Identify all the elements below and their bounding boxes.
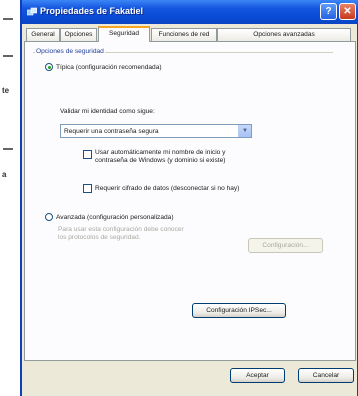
cancel-button[interactable]: Cancelar	[298, 368, 354, 383]
require-encryption-label: Requerir cifrado de datos (desconectar s…	[95, 185, 240, 192]
validate-identity-label: Validar mi identidad como sigue:	[60, 108, 155, 115]
advanced-radio-label: Avanzada (configuración personalizada)	[56, 214, 174, 221]
tab-opciones[interactable]: Opciones	[60, 28, 97, 41]
background-mark	[3, 148, 13, 150]
window-title: Propiedades de Fakatiel	[40, 6, 144, 16]
configure-button[interactable]: Configuración...	[248, 238, 323, 253]
typical-radio[interactable]	[45, 63, 53, 71]
properties-dialog: Propiedades de Fakatiel ? ✕ General Opci…	[20, 0, 358, 396]
accept-button[interactable]: Aceptar	[230, 368, 285, 383]
background-mark	[3, 55, 13, 57]
chevron-down-icon[interactable]: ▼	[238, 125, 251, 137]
tab-seguridad[interactable]: Seguridad	[98, 26, 150, 42]
close-icon: ✕	[343, 6, 352, 17]
tab-general[interactable]: General	[26, 28, 60, 41]
validate-identity-select[interactable]: Requerir una contraseña segura ▼	[60, 124, 252, 138]
background-text-fragment: a	[2, 170, 7, 179]
close-button[interactable]: ✕	[339, 3, 356, 20]
tab-funciones-de-red[interactable]: Funciones de red	[151, 28, 217, 41]
validate-identity-value: Requerir una contraseña segura	[64, 128, 159, 135]
tab-opciones-avanzadas[interactable]: Opciones avanzadas	[217, 28, 351, 41]
radio-selected-dot	[48, 66, 51, 69]
background-window-strip: te a	[0, 0, 20, 396]
advanced-radio[interactable]	[45, 213, 53, 221]
help-icon: ?	[325, 6, 332, 17]
ipsec-settings-button[interactable]: Configuración IPSec...	[192, 303, 286, 318]
title-bar[interactable]: Propiedades de Fakatiel ? ✕	[22, 0, 358, 24]
tab-strip: General Opciones Seguridad Funciones de …	[22, 26, 358, 42]
network-connection-icon	[26, 7, 38, 17]
security-options-group-title: Opciones de seguridad	[35, 48, 105, 55]
background-text-fragment: te	[2, 86, 10, 95]
security-tab-panel: Opciones de seguridad Típica (configurac…	[24, 41, 356, 361]
require-encryption-checkbox[interactable]	[83, 184, 92, 193]
typical-radio-label: Típica (configuración recomendada)	[56, 64, 162, 71]
help-button[interactable]: ?	[320, 3, 337, 20]
auto-logon-checkbox[interactable]	[83, 150, 92, 159]
background-mark	[3, 18, 13, 20]
advanced-hint-text: Para usar esta configuración debe conoce…	[58, 226, 184, 241]
auto-logon-label: Usar automáticamente mi nombre de inicio…	[95, 149, 226, 164]
